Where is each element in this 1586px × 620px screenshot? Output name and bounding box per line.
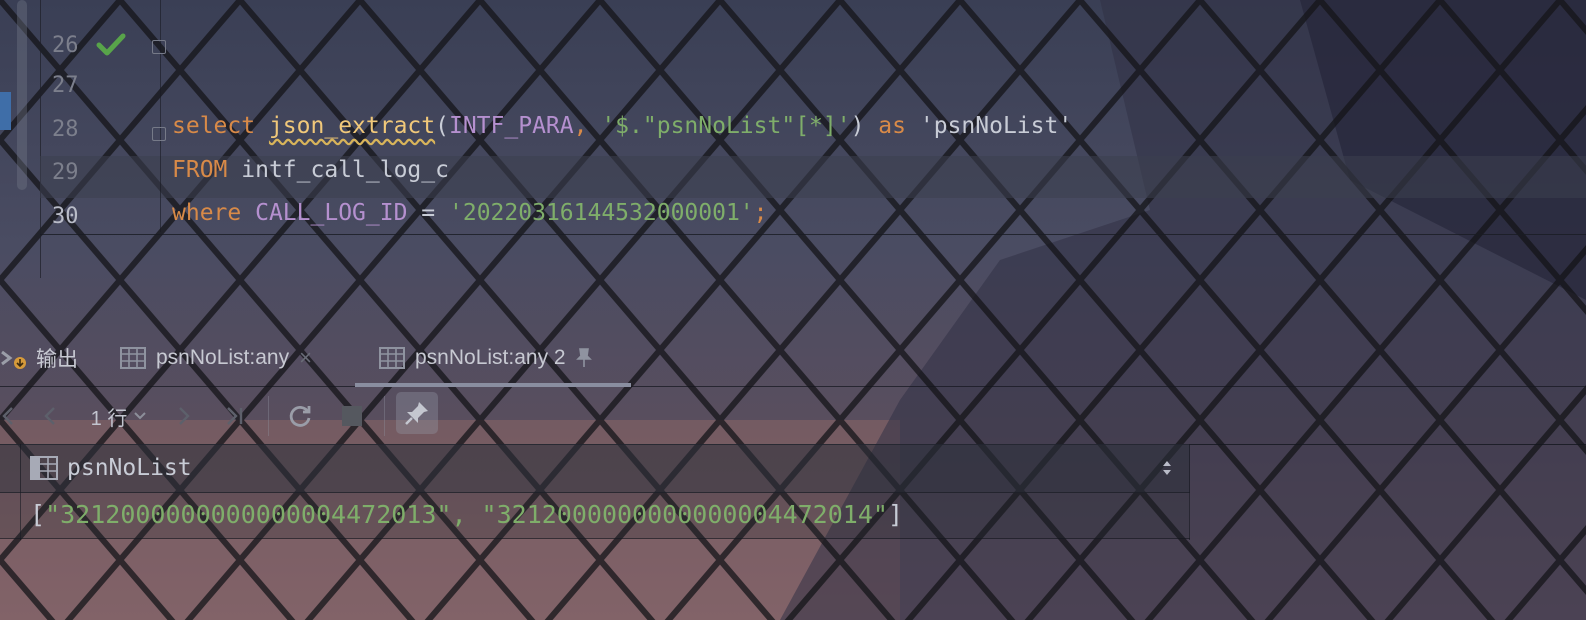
last-page-icon[interactable]: [220, 400, 248, 432]
function-json-extract: json_extract: [268, 113, 436, 139]
keyword-from: FROM: [172, 157, 228, 183]
close-icon[interactable]: ×: [299, 345, 312, 371]
editor-bottom-border: [40, 234, 1586, 235]
grid-header: psnNoList: [0, 444, 1190, 493]
keyword-where: where: [172, 200, 242, 226]
fold-collapse-icon[interactable]: [152, 40, 166, 54]
call-log-id-string: '20220316144532000001': [449, 200, 754, 226]
bookmark-marker: [0, 92, 11, 130]
table-name: intf_call_log_c: [241, 157, 449, 183]
next-page-icon[interactable]: [170, 400, 198, 432]
keyword-select: select: [172, 113, 256, 139]
equals-operator: =: [421, 200, 436, 226]
code-line-29[interactable]: 29 where CALL_LOG_ID = '2022031614453200…: [44, 113, 768, 226]
stop-icon[interactable]: [336, 400, 368, 432]
chevron-down-icon: [134, 412, 147, 420]
results-tab-bar: 输出 psnNoList:any × psnNoList:any 2: [0, 330, 1586, 387]
pin-icon: [405, 402, 428, 425]
sort-icon[interactable]: [1160, 458, 1174, 478]
first-page-icon[interactable]: [0, 400, 14, 432]
execution-success-check-icon: [96, 33, 126, 56]
toolbar-separator: [268, 396, 269, 436]
previous-page-icon[interactable]: [36, 400, 64, 432]
code-line-30[interactable]: 30: [44, 157, 99, 229]
table-icon: [379, 347, 405, 369]
semicolon: ;: [753, 200, 768, 226]
table-icon: [120, 347, 146, 369]
results-grid[interactable]: psnNoList ["3212000000000000004472013", …: [0, 444, 1190, 540]
column-call-log-id: CALL_LOG_ID: [255, 200, 408, 226]
alias-string: 'psnNoList': [919, 113, 1073, 139]
table-cell[interactable]: ["3212000000000000004472013", "321200000…: [30, 492, 903, 538]
code-line-27[interactable]: 27 select json_extract(INTF_PARA, '$."ps…: [44, 26, 1072, 139]
sql-editor[interactable]: 26 27 select json_extract(INTF_PARA, '$.…: [0, 0, 1586, 278]
tab-output-label: 输出: [36, 348, 78, 371]
keyword-as: as: [878, 113, 906, 139]
pin-icon[interactable]: [575, 348, 592, 368]
tab-output[interactable]: 输出: [0, 330, 78, 386]
paren-open: (: [435, 113, 449, 139]
json-path-string: '$."psnNoList"[*]': [601, 113, 851, 139]
refresh-icon[interactable]: [284, 400, 316, 432]
column-header-psnnolist[interactable]: psnNoList: [67, 444, 192, 492]
tab-psnnolist-any-label: psnNoList:any: [156, 346, 290, 369]
row-count-label: 1 行: [90, 407, 128, 430]
row-count-dropdown[interactable]: 1 行: [82, 400, 156, 432]
toolbar-separator: [384, 396, 385, 436]
fold-end-icon[interactable]: [152, 127, 166, 141]
pin-tab-button[interactable]: [396, 392, 438, 434]
code-line-28[interactable]: 28 FROM intf_call_log_c: [44, 70, 449, 183]
comma: ,: [573, 113, 588, 139]
console-output-icon: [1, 350, 26, 369]
results-toolbar: 1 行: [0, 388, 1586, 445]
column-type-icon: [30, 456, 58, 480]
paren-close: ): [850, 113, 865, 139]
gutter-divider: [160, 0, 161, 232]
code-line-26[interactable]: 26: [44, 0, 99, 58]
table-row[interactable]: ["3212000000000000004472013", "321200000…: [0, 492, 1190, 539]
tab-psnnolist-any-2[interactable]: psnNoList:any 2: [355, 330, 631, 387]
column-intf-para: INTF_PARA: [448, 113, 574, 139]
tab-psnnolist-any[interactable]: psnNoList:any ×: [120, 330, 312, 386]
editor-scrollbar-thumb[interactable]: [17, 0, 27, 190]
tab-psnnolist-any-2-label: psnNoList:any 2: [415, 346, 566, 369]
code-line-31[interactable]: 31: [44, 200, 99, 234]
